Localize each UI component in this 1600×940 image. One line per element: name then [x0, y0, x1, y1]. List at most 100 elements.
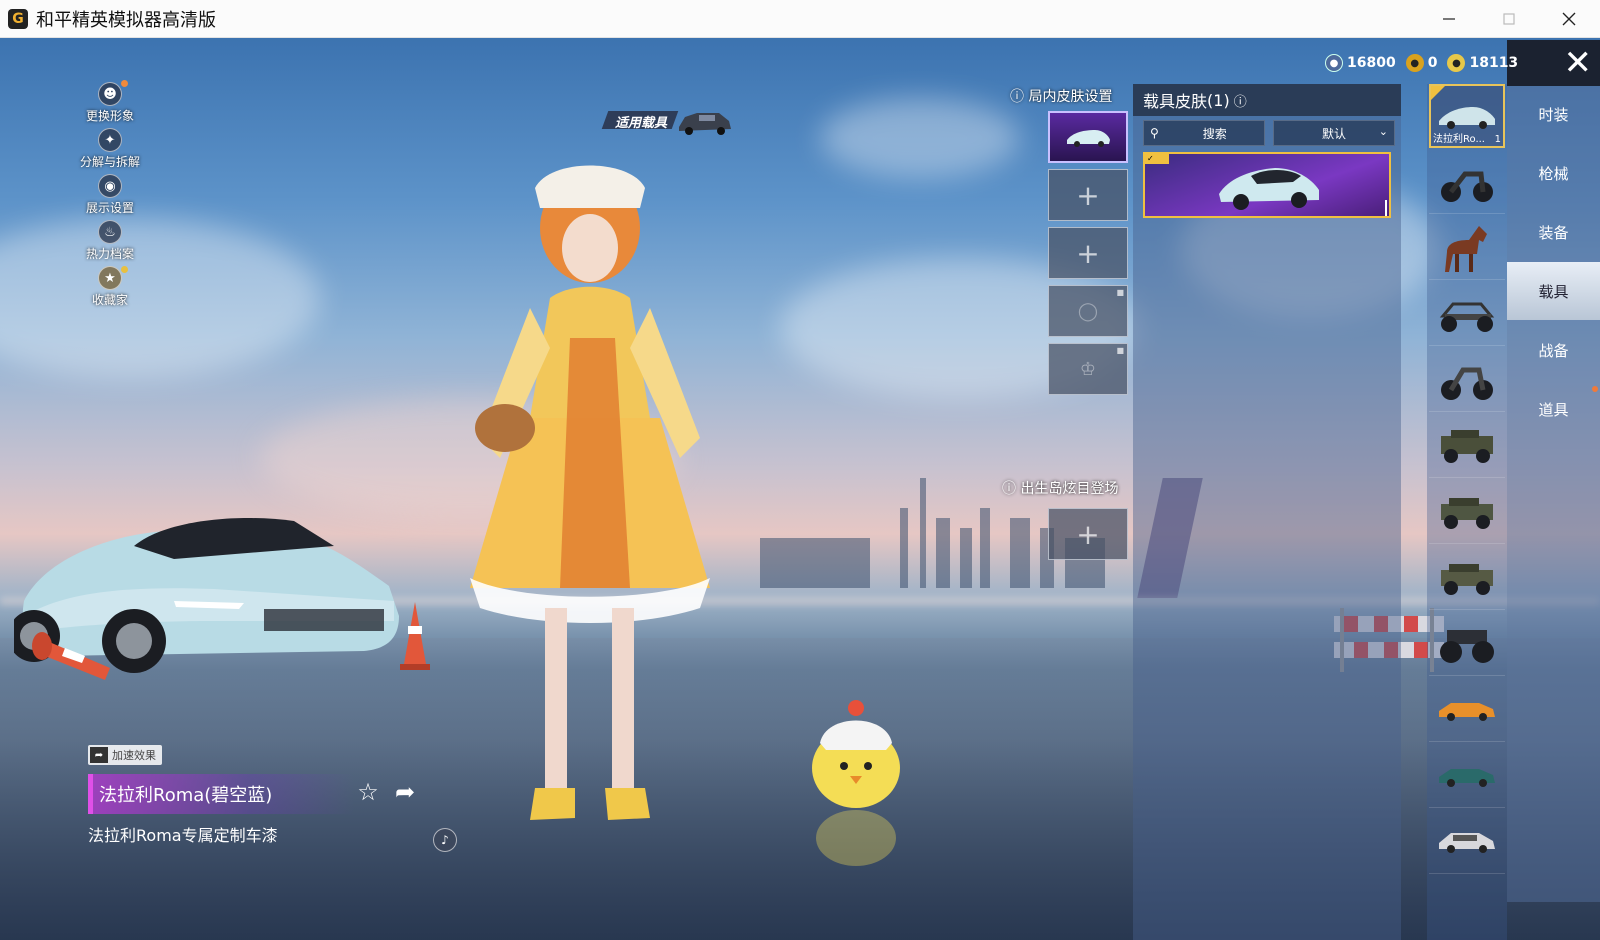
search-icon: ⚲: [1150, 126, 1159, 140]
change-avatar-label: 更换形象: [85, 109, 134, 123]
sort-dropdown[interactable]: 默认 ⌄: [1273, 120, 1395, 146]
maximize-icon: [1503, 13, 1515, 25]
display-settings-button[interactable]: ◉ 展示设置: [70, 174, 150, 216]
currency-value: 18113: [1469, 55, 1519, 71]
person-icon: ☻: [98, 82, 122, 106]
title-bar: G 和平精英模拟器高清版: [0, 0, 1600, 38]
tab-battle-gear[interactable]: 战备: [1507, 321, 1600, 379]
jeep-icon: [1441, 563, 1493, 595]
skyline-building: [960, 528, 972, 588]
crown-icon: ♔: [1079, 358, 1097, 380]
skin-slot-locked[interactable]: ◯ ■: [1048, 285, 1128, 337]
speed-icon: ➦: [90, 747, 108, 763]
motorcycle-icon: [1441, 171, 1493, 202]
skyline-building: [1010, 518, 1030, 588]
window-title: 和平精英模拟器高清版: [36, 9, 216, 31]
spawn-island-entrance-label[interactable]: ⓘ 出生岛炫目登场: [1002, 478, 1118, 498]
close-icon: [1562, 12, 1576, 26]
tab-equipment[interactable]: 装备: [1507, 203, 1600, 261]
display-settings-label: 展示设置: [85, 201, 134, 215]
vehicle-item-sedan[interactable]: [1429, 810, 1505, 874]
cloud: [0, 218, 320, 378]
tab-vehicles[interactable]: 载具: [1507, 262, 1600, 320]
skin-card-selected[interactable]: ✓: [1143, 152, 1391, 218]
globe-coin-icon: ●: [1325, 54, 1343, 72]
decompose-label: 分解与拆解: [79, 155, 140, 169]
vehicle-item-monster-truck[interactable]: [1429, 612, 1505, 676]
lock-icon: ■: [1116, 288, 1124, 297]
vehicle-item-buggy[interactable]: [1429, 282, 1505, 346]
motorcycle-icon: [1441, 367, 1493, 400]
vehicle-item-motorcycle[interactable]: [1429, 150, 1505, 214]
collector-button[interactable]: ★ 收藏家: [70, 266, 150, 308]
car-thumbnail-icon: [1067, 130, 1110, 147]
jeep-icon: [1441, 429, 1493, 463]
skin-slot-add[interactable]: +: [1048, 227, 1128, 279]
chevron-down-icon: ⌄: [1378, 125, 1388, 138]
change-avatar-button[interactable]: ☻ 更换形象: [70, 80, 150, 124]
currency-value: 16800: [1347, 55, 1396, 71]
vehicle-item-jeep[interactable]: [1429, 480, 1505, 544]
vehicle-item-muscle-car[interactable]: [1429, 678, 1505, 742]
plus-icon: +: [1076, 178, 1100, 212]
equipped-check-icon: ✓: [1145, 154, 1169, 164]
minimize-button[interactable]: [1420, 0, 1478, 38]
star-icon: ☆: [357, 778, 379, 806]
vehicle-item-count: 1: [1494, 134, 1501, 145]
decompose-button[interactable]: ✦ 分解与拆解: [70, 128, 150, 170]
item-name: 法拉利Roma(碧空蓝): [99, 785, 273, 806]
entrance-slot-add[interactable]: +: [1048, 508, 1128, 560]
minimize-icon: [1443, 18, 1455, 20]
help-icon: ⓘ: [1002, 481, 1021, 497]
skyline-building: [936, 518, 950, 588]
heat-archive-label: 热力档案: [85, 247, 134, 261]
jeep-icon: [1441, 497, 1493, 529]
muscle-car-icon: [1439, 702, 1495, 721]
close-window-button[interactable]: [1540, 0, 1598, 38]
badge-dot: [121, 266, 128, 273]
vehicle-item-sports-car[interactable]: 法拉利Ro... 1: [1429, 84, 1505, 148]
currency-bar: ● 16800 ● 0 ● 18113: [1325, 52, 1528, 74]
app-logo-icon: G: [8, 8, 28, 29]
sort-value: 默认: [1321, 126, 1346, 141]
plus-icon: +: [1076, 517, 1100, 551]
tab-items[interactable]: 道具: [1507, 380, 1600, 438]
sedan-icon: [1439, 832, 1495, 853]
vehicle-item-motorcycle[interactable]: [1429, 348, 1505, 412]
skyline-building: [980, 508, 990, 588]
skin-slot-locked[interactable]: ♔ ■: [1048, 343, 1128, 395]
boost-effect-label: 加速效果: [112, 749, 156, 762]
puzzle-icon: ✦: [98, 128, 122, 152]
close-icon: ✕: [1563, 43, 1593, 83]
coupe-icon: [1439, 768, 1495, 787]
vehicle-item-jeep[interactable]: [1429, 546, 1505, 610]
help-icon[interactable]: ⓘ: [1234, 91, 1247, 110]
vehicle-skin-title: 载具皮肤: [1143, 92, 1208, 111]
search-input[interactable]: ⚲ 搜索: [1143, 120, 1265, 146]
traffic-cone: [400, 602, 430, 670]
tab-weapons[interactable]: 枪械: [1507, 144, 1600, 202]
skin-slot-equipped[interactable]: [1048, 111, 1128, 163]
skin-slot-add[interactable]: +: [1048, 169, 1128, 221]
horse-icon: [1445, 225, 1487, 272]
vehicle-item-jeep[interactable]: [1429, 414, 1505, 478]
vehicle-item-horse[interactable]: [1429, 216, 1505, 280]
scrollbar-thumb[interactable]: [1385, 200, 1387, 216]
ingame-skin-settings-label[interactable]: ⓘ 局内皮肤设置: [1010, 86, 1112, 106]
search-placeholder: 搜索: [1202, 126, 1227, 141]
heat-archive-button[interactable]: ♨ 热力档案: [70, 220, 150, 262]
favorite-button[interactable]: ☆: [354, 778, 382, 806]
tab-fashion[interactable]: 时装: [1507, 85, 1600, 143]
boost-effect-badge[interactable]: ➦ 加速效果: [88, 745, 162, 765]
player-character-model: [470, 165, 710, 820]
apply-vehicle-label: 适用载具: [615, 116, 668, 131]
vehicle-item-coupe[interactable]: [1429, 744, 1505, 808]
maximize-button[interactable]: [1480, 0, 1538, 38]
item-name-bar: 法拉利Roma(碧空蓝): [88, 774, 354, 814]
apply-vehicle-tag[interactable]: 适用载具: [601, 105, 735, 135]
horn-button[interactable]: ♪: [433, 828, 457, 852]
share-button[interactable]: ➦: [390, 778, 420, 806]
monster-truck-icon: [1440, 629, 1494, 663]
skyline-building: [760, 538, 870, 588]
buggy-icon: [1439, 302, 1495, 332]
